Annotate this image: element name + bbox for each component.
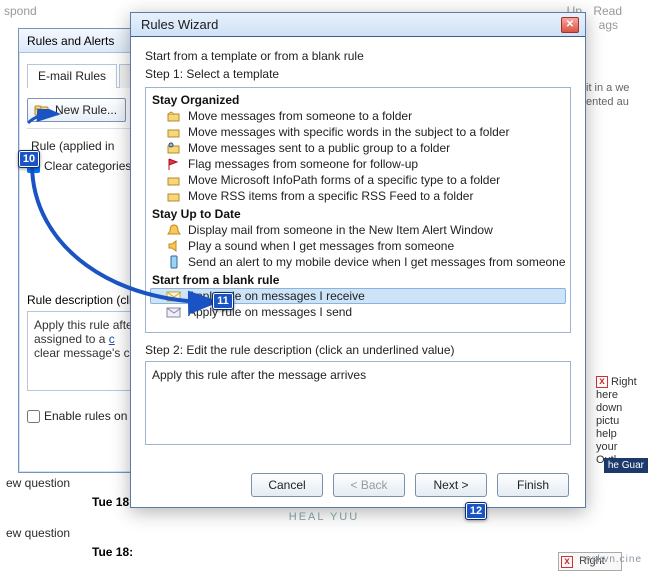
callout-10: 10 (18, 150, 40, 168)
bg-read: Read (593, 4, 622, 18)
wizard-step1-label: Step 1: Select a template (145, 67, 571, 81)
template-move-specific-words[interactable]: Move messages with specific words in the… (150, 124, 566, 140)
next-button[interactable]: Next > (415, 473, 487, 497)
group-folder-icon (166, 141, 182, 155)
bg-rightbox: x Right here down pictu help your Outl (596, 376, 648, 467)
enable-rules-label: Enable rules on a (44, 409, 137, 423)
bg-guardian: he Guar (604, 458, 648, 473)
callout-arrow-10 (24, 109, 64, 127)
wizard-edit-box[interactable]: Apply this rule after the message arrive… (145, 361, 571, 445)
delete-x-icon: x (596, 376, 608, 388)
callout-11: 11 (212, 292, 234, 310)
enable-rules-checkbox[interactable] (27, 410, 40, 423)
wizard-step2-label: Step 2: Edit the rule description (click… (145, 343, 571, 357)
bg-ags: ags (599, 18, 618, 32)
bg-question2: ew question (0, 523, 648, 543)
group-stay-organized: Stay Organized (150, 90, 566, 108)
bg-respond: spond (4, 4, 37, 18)
delete-x-icon: x (561, 556, 573, 568)
callout-12: 12 (465, 502, 487, 520)
cancel-button[interactable]: Cancel (251, 473, 323, 497)
template-move-public-group[interactable]: Move messages sent to a public group to … (150, 140, 566, 156)
bg-hearyou: HEAL YUU (0, 511, 648, 523)
wizard-intro: Start from a template or from a blank ru… (145, 49, 571, 63)
finish-button[interactable]: Finish (497, 473, 569, 497)
move-folder-icon (166, 125, 182, 139)
tab-email-rules[interactable]: E-mail Rules (27, 64, 117, 88)
back-button[interactable]: < Back (333, 473, 405, 497)
callout-arrow-11 (26, 158, 236, 318)
move-folder-icon (166, 109, 182, 123)
new-rule-label: New Rule... (55, 103, 117, 117)
close-icon[interactable]: ✕ (561, 17, 579, 33)
template-move-from-someone[interactable]: Move messages from someone to a folder (150, 108, 566, 124)
wizard-title: Rules Wizard (141, 17, 218, 32)
